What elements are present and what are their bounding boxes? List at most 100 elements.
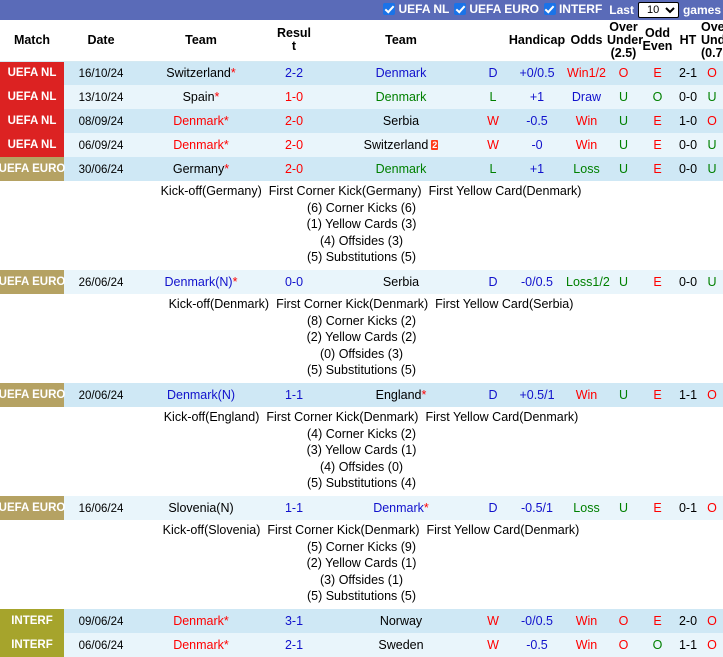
games-count-select[interactable]: 5102030 [637, 2, 679, 18]
handicap-value-text: -0/0.5 [521, 274, 553, 289]
column-header-handicap[interactable]: Handicap [508, 20, 566, 62]
away-team-name: Serbia [382, 274, 420, 289]
filter-checkbox-uefa-euro[interactable]: UEFA EURO [454, 2, 539, 16]
league-badge-cell[interactable]: UEFA NL [0, 133, 64, 157]
column-header-oddeven[interactable]: Odd Even [640, 20, 675, 62]
odd-even-text: E [653, 162, 662, 176]
away-team[interactable]: Denmark* [324, 495, 478, 520]
match-result-text: 0-0 [284, 274, 304, 289]
home-marker-asterisk: * [230, 66, 236, 81]
league-badge-cell[interactable]: UEFA NL [0, 109, 64, 133]
odds-result-text: Win [575, 613, 598, 628]
table-row[interactable]: UEFA EURO 30/06/24 Germany* 2-0 Denmark L +1 Lo… [0, 157, 723, 181]
home-marker-asterisk: * [223, 138, 229, 152]
over-under-075: O [701, 632, 723, 657]
home-marker-asterisk: * [224, 162, 230, 176]
away-team[interactable]: Denmark [324, 85, 478, 109]
away-team[interactable]: Serbia [324, 109, 478, 133]
half-time-score: 1-1 [675, 382, 701, 407]
league-badge-cell[interactable]: INTERF [0, 632, 64, 657]
check-icon[interactable] [454, 3, 467, 15]
column-header-ou25[interactable]: Over Under (2.5) [607, 20, 643, 62]
match-result: 2-0 [264, 133, 324, 157]
table-row[interactable]: UEFA NL 13/10/24 Spain* 1-0 Denmark L +1 Draw U O… [0, 85, 723, 109]
home-team[interactable]: Germany* [138, 157, 264, 181]
over-under-075-text: U [707, 138, 717, 152]
first-corner-info: First Corner Kick(Denmark) [267, 522, 420, 537]
odds-result-text: Loss1/2 [566, 274, 610, 289]
win-draw-loss-text: D [488, 500, 498, 515]
home-team[interactable]: Switzerland* [138, 61, 264, 85]
over-under-075: O [701, 109, 723, 133]
home-team[interactable]: Denmark(N)* [138, 269, 264, 294]
column-header-team1[interactable]: Team [138, 20, 264, 62]
detail-stat-line: (8) Corner Kicks (2) [306, 313, 417, 328]
match-result-text: 2-0 [284, 138, 304, 152]
table-row[interactable]: UEFA NL 16/10/24 Switzerland* 2-2 Denmark D +0… [0, 61, 723, 85]
odds-result: Win [566, 133, 607, 157]
table-row[interactable]: UEFA EURO 20/06/24 Denmark(N) 1-1 England* D +… [0, 382, 723, 407]
column-header-result[interactable]: Resul t [264, 20, 324, 62]
handicap-value: +0/0.5 [508, 61, 566, 85]
league-badge-cell[interactable]: UEFA EURO [0, 157, 65, 181]
league-badge-cell[interactable]: INTERF [0, 608, 64, 633]
filter-checkbox-uefa-nl[interactable]: UEFA NL [383, 2, 449, 16]
away-team[interactable]: Serbia [324, 269, 478, 294]
detail-stat-line: (4) Offsides (3) [319, 233, 404, 248]
league-badge-cell[interactable]: UEFA EURO [0, 495, 65, 520]
table-row[interactable]: UEFA EURO 26/06/24 Denmark(N)* 0-0 Serbia D -0… [0, 269, 723, 294]
league-badge-cell[interactable]: UEFA EURO [0, 382, 65, 407]
half-time-score-text: 2-1 [678, 66, 698, 81]
check-icon[interactable] [383, 3, 396, 15]
column-header-team2[interactable]: Team [324, 20, 478, 62]
home-team[interactable]: Denmark* [138, 632, 264, 657]
league-badge-cell[interactable]: UEFA NL [0, 61, 64, 85]
home-team[interactable]: Spain* [138, 85, 264, 109]
away-team[interactable]: Sweden [324, 632, 478, 657]
home-team[interactable]: Slovenia(N) [138, 495, 264, 520]
match-result-text: 3-1 [284, 613, 304, 628]
win-draw-loss-text: D [488, 387, 498, 402]
away-team[interactable]: Denmark [324, 157, 478, 181]
column-header-ou075[interactable]: OverUnder(0.75) [701, 20, 723, 62]
away-team[interactable]: Norway [324, 608, 478, 633]
table-row[interactable]: INTERF 06/06/24 Denmark* 2-1 Sweden W -0.5 Win O… [0, 632, 723, 657]
filter-checkbox-interf[interactable]: INTERF [543, 2, 602, 16]
handicap-value: -0.5 [508, 109, 566, 133]
column-header-match[interactable]: Match [0, 20, 64, 62]
win-draw-loss-text: W [487, 114, 499, 128]
match-result-text: 1-1 [284, 387, 304, 402]
over-under-075: O [701, 61, 723, 85]
detail-stat-line: (3) Offsides (1) [319, 572, 404, 587]
check-icon[interactable] [543, 3, 556, 15]
match-date: 30/06/24 [64, 157, 138, 181]
half-time-score: 0-0 [675, 85, 701, 109]
match-date-text: 13/10/24 [78, 92, 124, 104]
away-team[interactable]: Switzerland 2 [324, 133, 478, 157]
table-row[interactable]: UEFA NL 08/09/24 Denmark* 2-0 Serbia W -0.5 Win… [0, 109, 723, 133]
handicap-value-text: +1 [529, 90, 545, 104]
column-header-ht[interactable]: HT [675, 20, 701, 62]
home-team[interactable]: Denmark* [138, 133, 264, 157]
table-row[interactable]: INTERF 09/06/24 Denmark* 3-1 Norway W -0/0.5 Wi… [0, 608, 723, 633]
column-header-hd[interactable] [478, 20, 508, 62]
away-team[interactable]: Denmark [324, 61, 478, 85]
home-team[interactable]: Denmark* [138, 109, 264, 133]
over-under-075-text: U [707, 90, 717, 104]
detail-events-line: Kick-off(England) First Corner Kick(Denma… [0, 409, 723, 426]
table-row[interactable]: UEFA EURO 16/06/24 Slovenia(N) 1-1 Denmark* D… [0, 495, 723, 520]
odd-even: E [640, 109, 675, 133]
home-team[interactable]: Denmark* [138, 608, 264, 633]
away-team[interactable]: England* [324, 382, 478, 407]
win-draw-loss-text: L [489, 90, 497, 104]
win-draw-loss-text: L [489, 162, 497, 176]
home-team-name: Denmark(N) [166, 387, 236, 402]
table-row[interactable]: UEFA NL 06/09/24 Denmark* 2-0 Switzerland 2 W -… [0, 133, 723, 157]
home-team[interactable]: Denmark(N) [138, 382, 264, 407]
over-under-075-text: U [707, 274, 717, 289]
handicap-value-text: +1 [529, 162, 545, 176]
league-badge-cell[interactable]: UEFA NL [0, 85, 64, 109]
column-header-odds[interactable]: Odds [566, 20, 607, 62]
league-badge-cell[interactable]: UEFA EURO [0, 269, 65, 294]
column-header-date[interactable]: Date [64, 20, 138, 62]
